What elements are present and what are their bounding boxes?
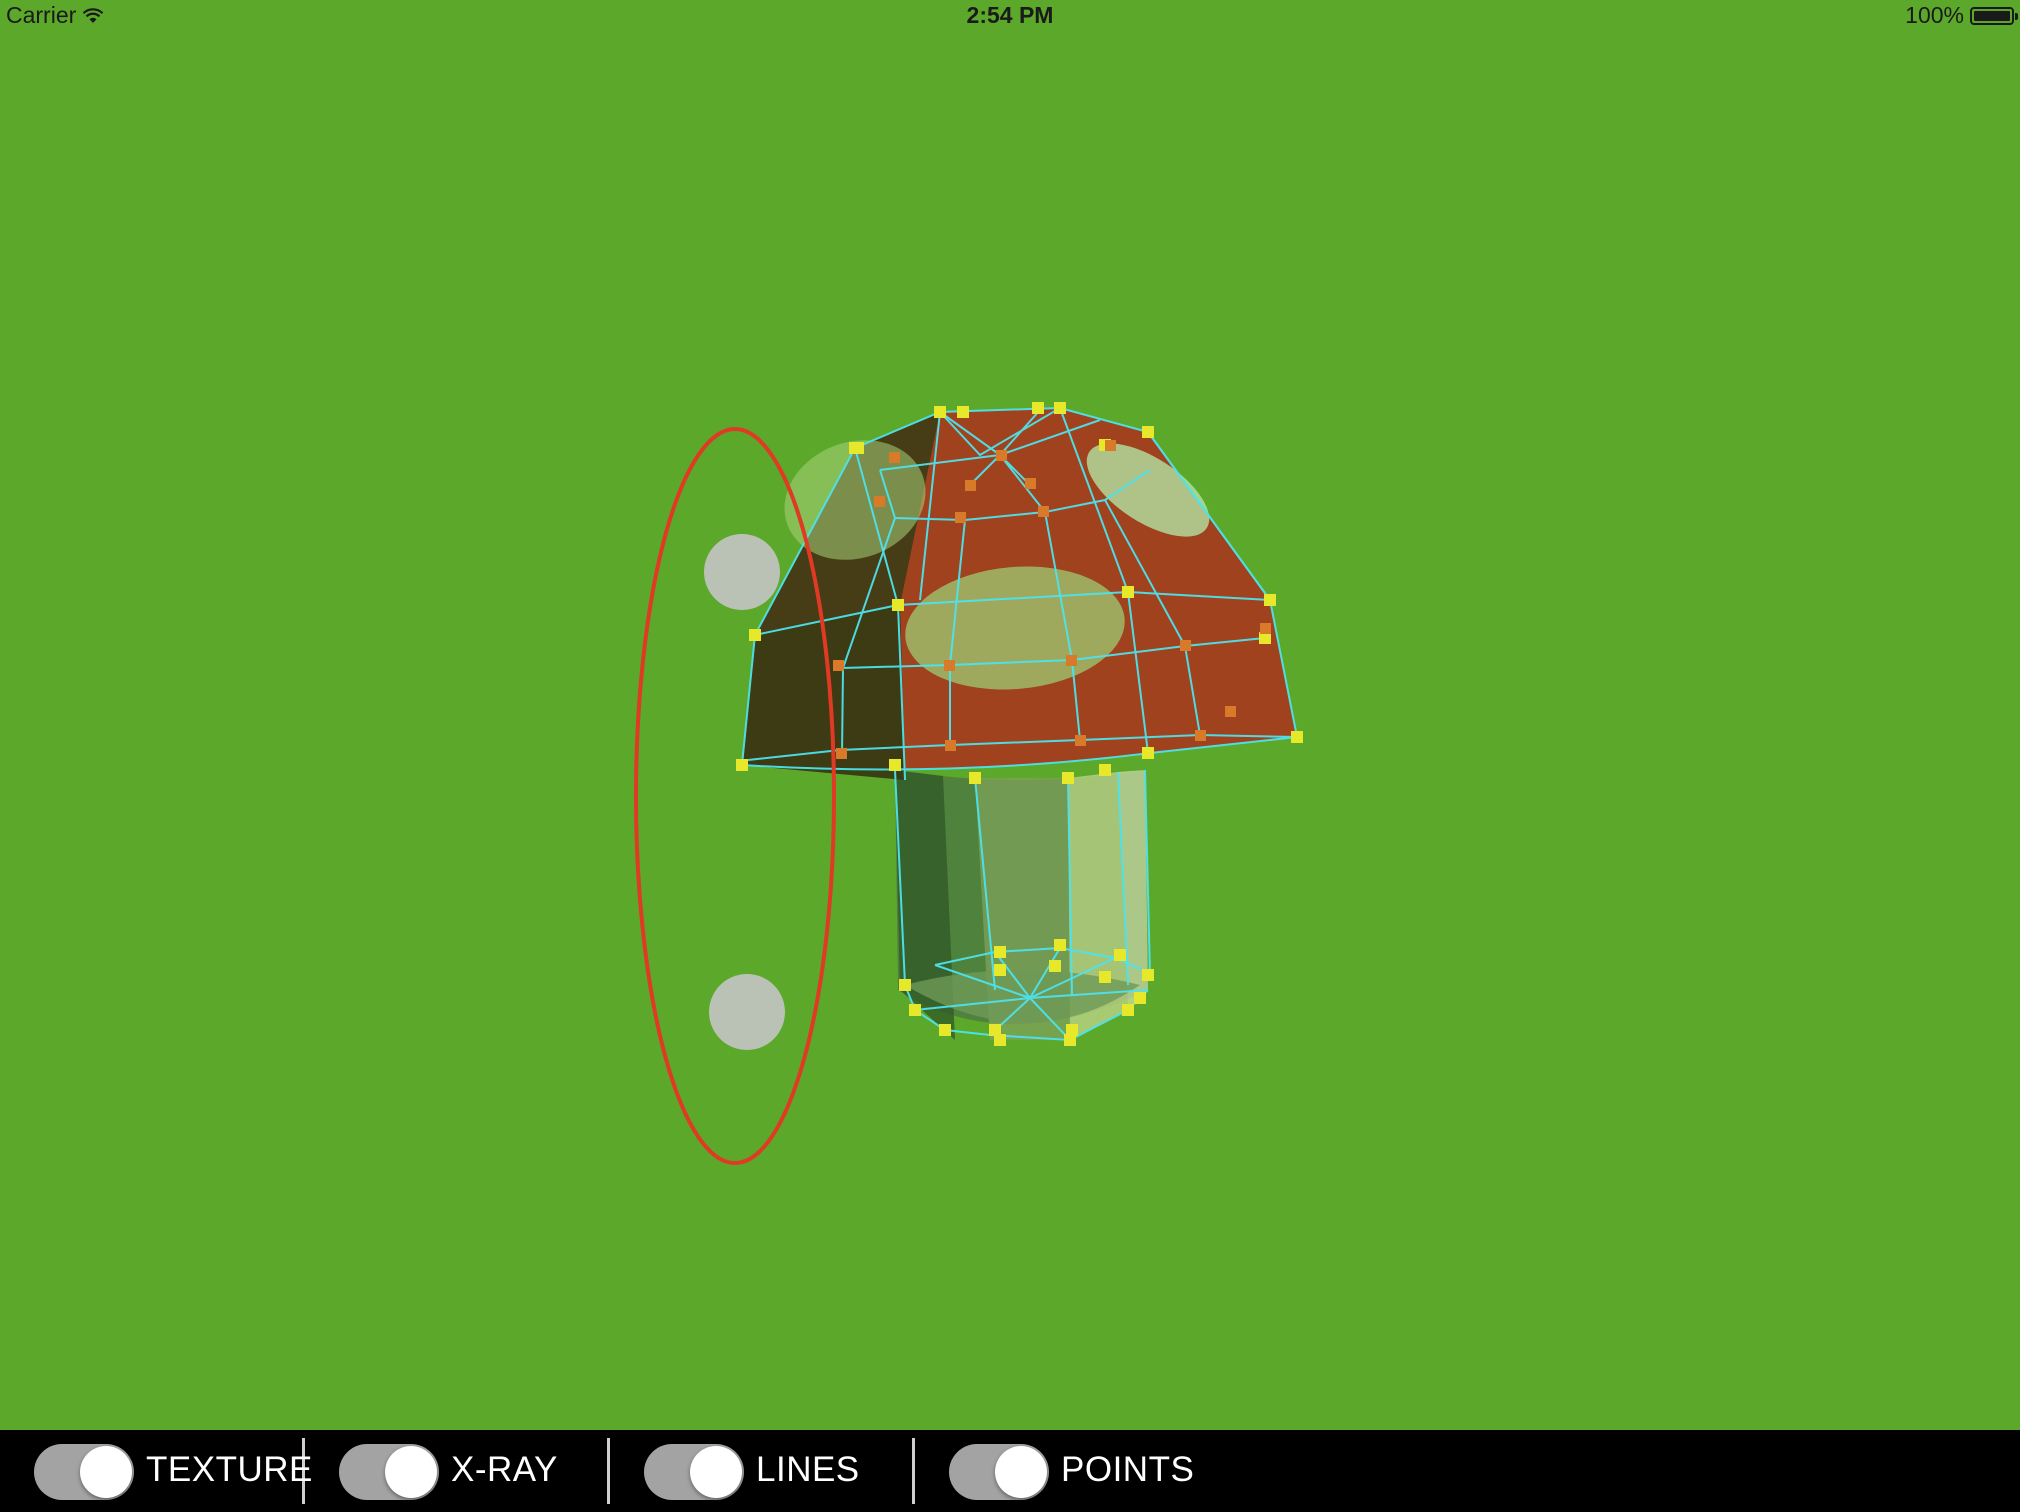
battery-percent: 100% bbox=[1905, 2, 1964, 28]
scene-canvas[interactable] bbox=[0, 32, 2020, 1430]
3d-viewport[interactable] bbox=[0, 32, 2020, 1430]
battery-status: 100% bbox=[1905, 2, 2018, 29]
toggle-knob bbox=[385, 1446, 437, 1498]
mushroom-cap[interactable] bbox=[742, 408, 1297, 780]
status-bar: Carrier 2:54 PM 100% bbox=[0, 0, 2020, 32]
texture-toggle[interactable] bbox=[34, 1444, 134, 1500]
lines-toggle-group: LINES bbox=[610, 1430, 912, 1512]
gizmo-handle-top[interactable] bbox=[704, 534, 780, 610]
lines-label: LINES bbox=[756, 1450, 860, 1489]
toggle-knob bbox=[995, 1446, 1047, 1498]
toggle-knob bbox=[80, 1446, 132, 1498]
texture-label: TEXTURE bbox=[146, 1450, 313, 1489]
battery-icon bbox=[1970, 6, 2018, 25]
clock: 2:54 PM bbox=[966, 2, 1054, 28]
xray-toggle[interactable] bbox=[339, 1444, 439, 1500]
gizmo-handle-bottom[interactable] bbox=[709, 974, 785, 1050]
xray-toggle-group: X-RAY bbox=[305, 1430, 607, 1512]
lines-toggle[interactable] bbox=[644, 1444, 744, 1500]
xray-label: X-RAY bbox=[451, 1450, 558, 1489]
points-label: POINTS bbox=[1061, 1450, 1195, 1489]
render-mode-toolbar: TEXTURE X-RAY LINES POINTS bbox=[0, 1430, 2020, 1512]
texture-toggle-group: TEXTURE bbox=[0, 1430, 312, 1512]
points-toggle-group: POINTS bbox=[915, 1430, 1217, 1512]
toggle-knob bbox=[690, 1446, 742, 1498]
points-toggle[interactable] bbox=[949, 1444, 1049, 1500]
